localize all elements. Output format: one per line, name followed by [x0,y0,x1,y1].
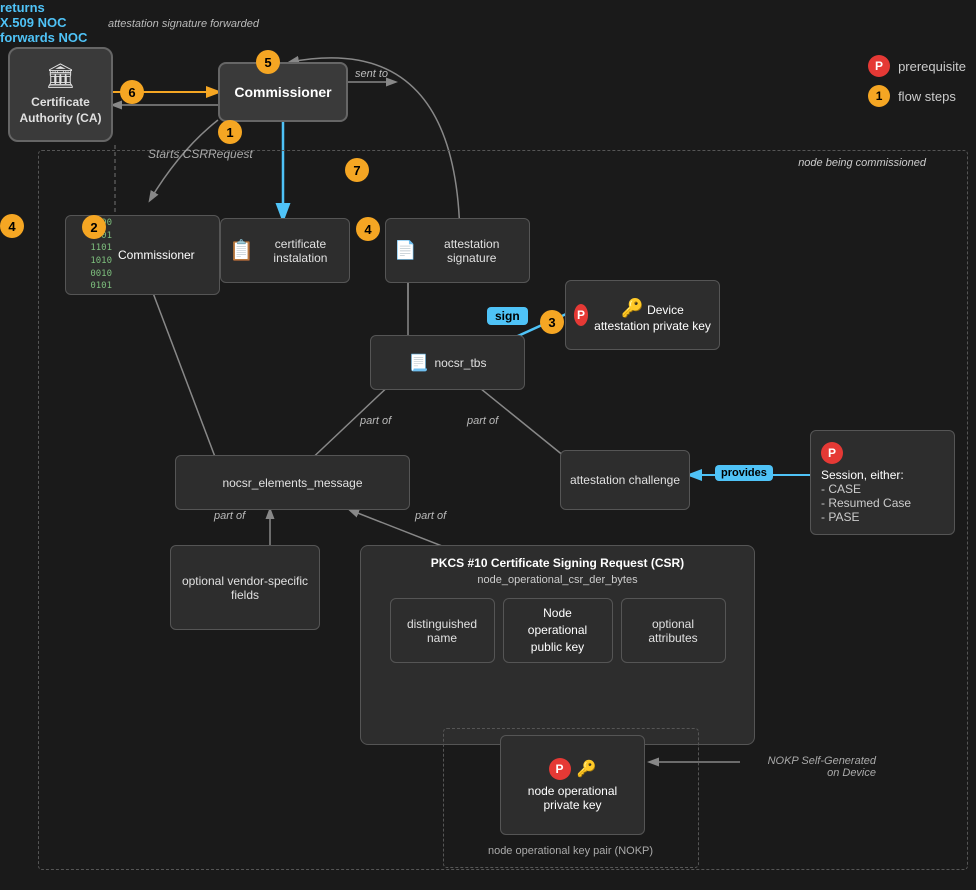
csr-subtitle: node_operational_csr_der_bytes [371,574,744,586]
legend-flow-badge: 1 [868,85,890,107]
step-4-badge2: 4 [356,217,380,241]
csr-box: PKCS #10 Certificate Signing Request (CS… [360,545,755,745]
session-box: P Session, either: - CASE - Resumed Case… [810,430,955,535]
nocsr-tbs-box: 📃 nocsr_tbs [370,335,525,390]
nocsr-elements-box: nocsr_elements_message [175,455,410,510]
sign-label: sign [487,307,528,325]
ca-title: Certificate Authority (CA) [10,95,111,126]
legend: P prerequisite 1 flow steps [868,55,966,107]
sent-to-label: sent to [355,68,388,80]
device-attestation-box: P 🔑 Device attestation private key [565,280,720,350]
csr-title: PKCS #10 Certificate Signing Request (CS… [371,556,744,570]
diagram: node being commissioned 🏛 Certificate Au… [0,0,976,890]
ca-icon: 🏛 [45,62,75,91]
legend-prereq-badge: P [868,55,890,77]
optional-attributes-box: optional attributes [621,598,726,663]
privkey-prereq-badge: P [549,758,571,780]
legend-flow: 1 flow steps [868,85,966,107]
region-label: node being commissioned [798,157,926,169]
optional-vendor-box: optional vendor-specific fields [170,545,320,630]
distinguished-name-box: distinguished name [390,598,495,663]
attestation-icon: 📄 [394,240,416,261]
attestation-challenge-box: attestation challenge [560,450,690,510]
step-6-badge: 6 [120,80,144,104]
doc-icon: 📃 [409,353,429,373]
step-4-badge: 4 [0,214,24,238]
device-prereq-badge: P [574,304,588,326]
key-icon: 🔑 [621,298,643,318]
step-3-badge: 3 [540,310,564,334]
part-of-4: part of [415,510,446,522]
cert-icon: 📋 [229,238,254,263]
attestation-sig-box: 📄 attestation signature [385,218,530,283]
part-of-2: part of [467,415,498,427]
node-op-pubkey-box: Node operational public key [503,598,613,663]
provides-label: provides [715,463,773,481]
cert-installation-box: 📋 certificate instalation [220,218,350,283]
commissioner-node: Commissioner [218,62,348,122]
step-1-badge: 1 [218,120,242,144]
key-pair-region [443,728,699,868]
attestation-sig-fwd-label: attestation signature forwarded [108,18,259,30]
session-prereq-badge: P [821,442,843,464]
step-7-badge: 7 [345,158,369,182]
nokp-label: NOKP Self-Generated on Device [756,755,876,779]
starts-csr-label: Starts CSRRequest [148,147,253,161]
forwards-noc-label: forwards NOC [0,30,976,45]
ca-node: 🏛 Certificate Authority (CA) [8,47,113,142]
part-of-1: part of [360,415,391,427]
part-of-3: part of [214,510,245,522]
step-2-badge: 2 [82,215,106,239]
legend-prereq: P prerequisite [868,55,966,77]
step-5-badge: 5 [256,50,280,74]
